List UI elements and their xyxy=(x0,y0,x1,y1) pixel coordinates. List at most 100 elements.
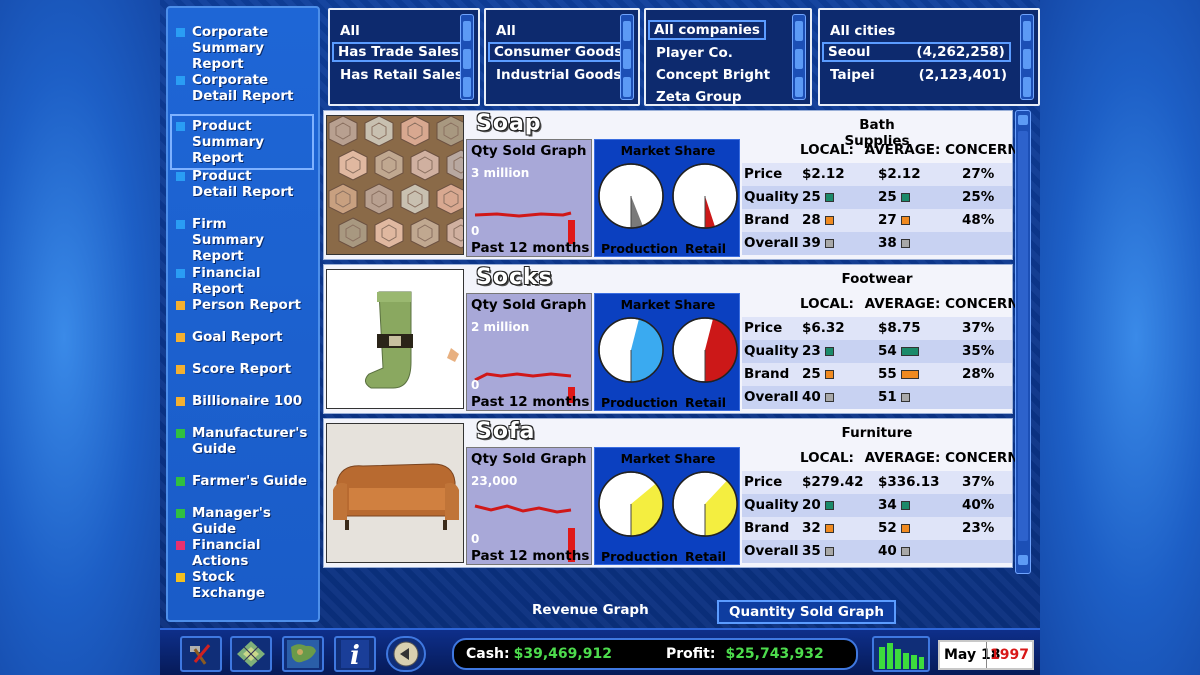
bullet-icon xyxy=(176,429,185,438)
filter-option[interactable]: All xyxy=(492,22,520,42)
stat-row: Quality 25 25 25% xyxy=(742,186,1012,209)
filter-option[interactable]: All companies xyxy=(648,20,766,40)
market-share-panel[interactable]: Market Share Production Retail xyxy=(594,293,740,411)
product-list-scrollbar[interactable] xyxy=(1015,110,1031,574)
quantity-sold-graph-tab[interactable]: Quantity Sold Graph xyxy=(717,600,896,624)
sidebar-item-person-report[interactable]: Person Report xyxy=(172,295,316,315)
sidebar-item-score-report[interactable]: Score Report xyxy=(172,359,316,379)
bullet-icon xyxy=(176,172,185,181)
filter-option[interactable]: Consumer Goods xyxy=(488,42,629,62)
stat-concern: 23% xyxy=(962,520,995,536)
hammer-icon[interactable] xyxy=(180,636,222,672)
qty-max-label: 3 million xyxy=(471,166,530,180)
stats-header: LOCAL: AVERAGE: CONCERN: xyxy=(800,450,1024,466)
product-panel: Soap Bath Supplies Qty Sold Graph 3 mill… xyxy=(323,110,1024,260)
qty-sold-graph[interactable]: Qty Sold Graph 2 million 0 Past 12 month… xyxy=(466,293,592,411)
bullet-icon xyxy=(176,573,185,582)
market-share-title: Market Share xyxy=(620,451,716,466)
filter-option[interactable]: Concept Bright xyxy=(652,66,774,86)
rating-bar-icon xyxy=(824,369,834,379)
sidebar-item-managers-guide[interactable]: Manager's Guide xyxy=(172,503,316,539)
stats-header: LOCAL: AVERAGE: CONCERN: xyxy=(800,142,1024,158)
stat-concern: 37% xyxy=(962,474,995,490)
status-toolbar: i Cash: $39,469,912 Profit: $25,743,932 Ma… xyxy=(160,628,1040,675)
filter-option[interactable]: Player Co. xyxy=(652,44,737,64)
sidebar-item-financial-report[interactable]: Financial Report xyxy=(172,263,316,299)
qty-zero-label: 0 xyxy=(471,224,480,238)
bullet-icon xyxy=(176,28,185,37)
sidebar-item-product-detail[interactable]: Product Detail Report xyxy=(172,166,316,202)
city-filter: All cities Seoul (4,262,258) Taipei (2,123… xyxy=(818,8,1040,106)
world-map-icon[interactable] xyxy=(282,636,324,672)
info-icon[interactable]: i xyxy=(334,636,376,672)
sidebar-item-corporate-summary[interactable]: Corporate Summary Report xyxy=(172,22,316,74)
sidebar-item-manufacturers-guide[interactable]: Manufacturer's Guide xyxy=(172,423,316,459)
sidebar-item-corporate-detail[interactable]: Corporate Detail Report xyxy=(172,70,316,106)
rating-bar-icon xyxy=(824,392,834,402)
stats-header: LOCAL: AVERAGE: CONCERN: xyxy=(800,296,1024,312)
game-window: Corporate Summary Report Corporate Detai… xyxy=(160,0,1040,675)
stat-average: 27 xyxy=(878,209,910,232)
qty-zero-label: 0 xyxy=(471,378,480,392)
qty-sold-graph[interactable]: Qty Sold Graph 3 million 0 Past 12 month… xyxy=(466,139,592,257)
stat-row: Overall 39 38 xyxy=(742,232,1012,255)
market-share-panel[interactable]: Market Share Production Retail xyxy=(594,139,740,257)
market-share-panel[interactable]: Market Share Production Retail xyxy=(594,447,740,565)
scrollbar[interactable] xyxy=(1020,14,1034,100)
stat-local: 39 xyxy=(802,232,834,255)
concern-header: CONCERN: xyxy=(945,142,1025,158)
stat-row: Overall 40 51 xyxy=(742,386,1012,409)
bar-chart-icon[interactable] xyxy=(872,636,930,672)
sidebar-item-financial-actions[interactable]: Financial Actions xyxy=(172,535,316,571)
product-panel: Sofa Furniture Qty Sold Graph 23,000 0 P… xyxy=(323,418,1024,568)
scrollbar[interactable] xyxy=(620,14,634,100)
sidebar-item-billionaire-100[interactable]: Billionaire 100 xyxy=(172,391,316,411)
rating-bar-icon xyxy=(900,546,910,556)
filter-option[interactable]: Zeta Group xyxy=(652,88,746,108)
stat-label: Price xyxy=(744,166,783,182)
stat-label: Overall xyxy=(744,543,799,559)
retail-label: Retail xyxy=(685,549,727,564)
qty-sold-graph[interactable]: Qty Sold Graph 23,000 0 Past 12 months xyxy=(466,447,592,565)
stat-concern: 40% xyxy=(962,497,995,513)
revenue-graph-tab[interactable]: Revenue Graph xyxy=(522,600,659,624)
stat-label: Quality xyxy=(744,343,799,359)
product-name[interactable]: Socks xyxy=(476,265,553,290)
sidebar-item-stock-exchange[interactable]: Stock Exchange xyxy=(172,567,316,603)
sidebar-item-farmers-guide[interactable]: Farmer's Guide xyxy=(172,471,316,491)
retail-label: Retail xyxy=(685,241,727,256)
filter-option[interactable]: All xyxy=(336,22,364,42)
product-category: Footwear xyxy=(841,271,913,287)
qty-trend-line xyxy=(474,504,572,514)
market-share-title: Market Share xyxy=(620,297,716,312)
filter-option[interactable]: Has Retail Sales xyxy=(336,66,467,86)
filter-option[interactable]: Taipei (2,123,401) xyxy=(826,66,1011,86)
product-name[interactable]: Soap xyxy=(476,111,542,136)
bullet-icon xyxy=(176,301,185,310)
stat-label: Brand xyxy=(744,366,790,382)
rating-bar-icon xyxy=(824,192,834,202)
back-arrow-icon[interactable] xyxy=(386,636,426,672)
filter-option[interactable]: Has Trade Sales xyxy=(332,42,465,62)
stat-concern: 25% xyxy=(962,189,995,205)
filter-option[interactable]: Industrial Goods xyxy=(492,66,625,86)
filter-option[interactable]: Seoul (4,262,258) xyxy=(822,42,1011,62)
stat-concern: 35% xyxy=(962,343,995,359)
map-grid-icon[interactable] xyxy=(230,636,272,672)
scrollbar[interactable] xyxy=(792,14,806,100)
sidebar-item-firm-summary[interactable]: Firm Summary Report xyxy=(172,214,316,266)
stat-average: $8.75 xyxy=(878,320,921,336)
qty-graph-title: Qty Sold Graph xyxy=(471,297,587,313)
sidebar-item-product-summary[interactable]: Product Summary Report xyxy=(170,114,314,170)
scrollbar[interactable] xyxy=(460,14,474,100)
filter-option[interactable]: All cities xyxy=(826,22,899,42)
bullet-icon xyxy=(176,122,185,131)
sidebar-item-goal-report[interactable]: Goal Report xyxy=(172,327,316,347)
product-image xyxy=(326,115,464,255)
retail-share-pie xyxy=(672,471,738,537)
product-name[interactable]: Sofa xyxy=(476,419,535,444)
svg-text:i: i xyxy=(350,641,360,669)
stat-row: Price $6.32 $8.75 37% xyxy=(742,317,1012,340)
stat-row: Price $279.42 $336.13 37% xyxy=(742,471,1012,494)
stat-average: 51 xyxy=(878,386,910,409)
